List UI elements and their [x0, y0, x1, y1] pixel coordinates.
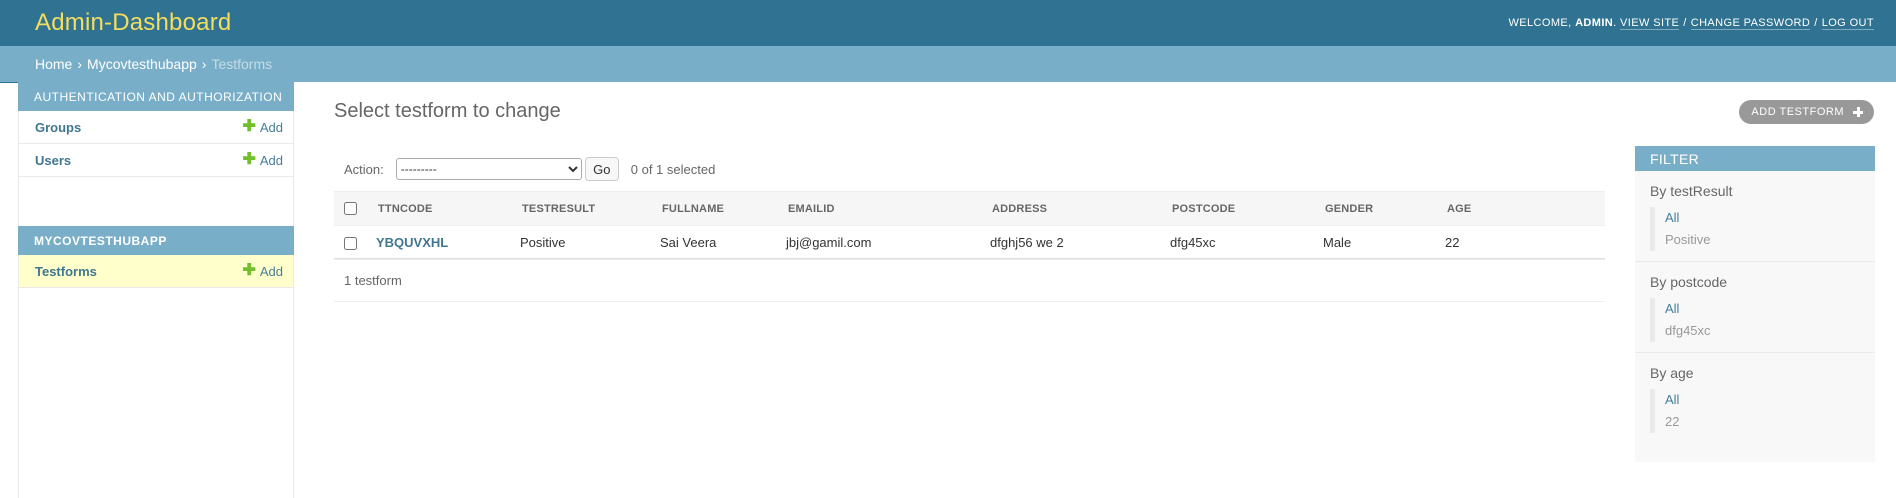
- plus-icon: ✚: [242, 262, 256, 279]
- header: Admin-Dashboard Welcome, admin. View sit…: [0, 0, 1896, 46]
- filter-option-all[interactable]: All: [1655, 389, 1875, 411]
- sidebar-item-users: Users ✚ Add: [19, 144, 293, 177]
- filter-group-title: By testResult: [1650, 183, 1733, 199]
- separator: /: [1683, 17, 1687, 29]
- column-header-age[interactable]: AGE: [1439, 191, 1605, 226]
- app-header-auth[interactable]: Authentication and Authorization: [18, 82, 294, 111]
- site-branding[interactable]: Admin-Dashboard: [35, 9, 231, 37]
- cell-age: 22: [1439, 225, 1605, 260]
- filter-group-title: By postcode: [1650, 274, 1728, 290]
- plus-icon: [1852, 106, 1864, 118]
- view-site-link[interactable]: View site: [1620, 17, 1680, 30]
- plus-icon: ✚: [242, 118, 256, 135]
- filter-group-age: By age All 22: [1635, 353, 1875, 443]
- add-testform-label: Add testform: [1751, 106, 1844, 118]
- filter-option-all[interactable]: All: [1655, 298, 1875, 320]
- sidebar-item-groups: Groups ✚ Add: [19, 111, 293, 144]
- model-link-users[interactable]: Users: [35, 153, 71, 168]
- table-header-row: TTNCODE TESTRESULT FULLNAME EMAILID ADDR…: [334, 191, 1605, 226]
- select-all-cell: [334, 191, 370, 226]
- row-select-cell: [334, 225, 370, 260]
- app-header-mycovtesthubapp[interactable]: Mycovtesthubapp: [18, 226, 294, 255]
- nav-sidebar-toggle[interactable]: [0, 82, 18, 83]
- result-count: 1 testform: [344, 273, 402, 288]
- add-label: Add: [259, 152, 283, 168]
- changelist-filter: Filter By testResult All Positive By pos…: [1635, 146, 1875, 462]
- filter-title: Filter: [1635, 146, 1875, 171]
- add-testform-button[interactable]: Add testform: [1739, 100, 1874, 124]
- go-button[interactable]: Go: [584, 157, 619, 181]
- model-link-groups[interactable]: Groups: [35, 120, 81, 135]
- column-header-emailid[interactable]: EMAILID: [780, 191, 984, 226]
- column-header-fullname[interactable]: FULLNAME: [654, 191, 780, 226]
- breadcrumb-home[interactable]: Home: [35, 56, 72, 72]
- user-tools: Welcome, admin. View site / Change passwor…: [1508, 17, 1874, 30]
- breadcrumb-current: Testforms: [211, 56, 273, 72]
- filter-option[interactable]: Positive: [1655, 229, 1875, 251]
- add-testforms-link[interactable]: ✚ Add: [242, 263, 283, 279]
- column-header-address[interactable]: ADDRESS: [984, 191, 1164, 226]
- column-header-testresult[interactable]: TESTRESULT: [514, 191, 654, 226]
- filter-group-testresult: By testResult All Positive: [1635, 171, 1875, 262]
- app-gap: [19, 177, 293, 226]
- add-label: Add: [259, 263, 283, 279]
- model-link-testforms[interactable]: Testforms: [35, 264, 97, 279]
- breadcrumb-separator: ›: [77, 56, 83, 72]
- add-label: Add: [259, 119, 283, 135]
- filter-option[interactable]: dfg45xc: [1655, 320, 1875, 342]
- select-all-checkbox[interactable]: [344, 202, 357, 215]
- page-title: Select testform to change: [334, 100, 561, 122]
- table-row: YBQUVXHL Positive Sai Veera jbj@gamil.co…: [334, 225, 1605, 260]
- column-header-postcode[interactable]: POSTCODE: [1164, 191, 1317, 226]
- plus-icon: ✚: [242, 151, 256, 168]
- cell-gender: Male: [1317, 225, 1439, 260]
- welcome-text: Welcome,: [1508, 17, 1572, 29]
- filter-option-all[interactable]: All: [1655, 207, 1875, 229]
- column-header-ttncode[interactable]: TTNCODE: [370, 191, 514, 226]
- cell-testresult: Positive: [514, 225, 654, 260]
- separator: /: [1814, 17, 1818, 29]
- cell-postcode: dfg45xc: [1164, 225, 1317, 260]
- filter-option[interactable]: 22: [1655, 411, 1875, 433]
- cell-fullname: Sai Veera: [654, 225, 780, 260]
- cell-emailid: jbj@gamil.com: [780, 225, 984, 260]
- username: admin: [1575, 17, 1614, 29]
- actions-bar: Action: --------- Go 0 of 1 selected: [334, 156, 715, 182]
- action-counter: 0 of 1 selected: [630, 161, 716, 177]
- breadcrumb: Home › Mycovtesthubapp › Testforms: [0, 46, 1896, 82]
- cell-address: dfghj56 we 2: [984, 225, 1164, 260]
- log-out-link[interactable]: Log out: [1821, 17, 1874, 30]
- ttncode-link[interactable]: YBQUVXHL: [370, 225, 514, 260]
- add-users-link[interactable]: ✚ Add: [242, 152, 283, 168]
- action-label: Action:: [344, 161, 384, 177]
- add-groups-link[interactable]: ✚ Add: [242, 119, 283, 135]
- result-list-table: TTNCODE TESTRESULT FULLNAME EMAILID ADDR…: [334, 191, 1605, 260]
- column-header-gender[interactable]: GENDER: [1317, 191, 1439, 226]
- paginator: 1 testform: [334, 260, 1605, 302]
- table-divider: [334, 258, 1605, 259]
- sidebar-item-testforms: Testforms ✚ Add: [19, 255, 293, 288]
- filter-group-postcode: By postcode All dfg45xc: [1635, 262, 1875, 353]
- breadcrumb-separator: ›: [201, 56, 207, 72]
- row-select-checkbox[interactable]: [344, 237, 357, 251]
- nav-sidebar: Authentication and Authorization Groups …: [18, 82, 294, 498]
- action-select[interactable]: ---------: [395, 158, 582, 180]
- filter-group-title: By age: [1650, 365, 1694, 381]
- change-password-link[interactable]: Change password: [1690, 17, 1811, 30]
- breadcrumb-app[interactable]: Mycovtesthubapp: [87, 56, 197, 72]
